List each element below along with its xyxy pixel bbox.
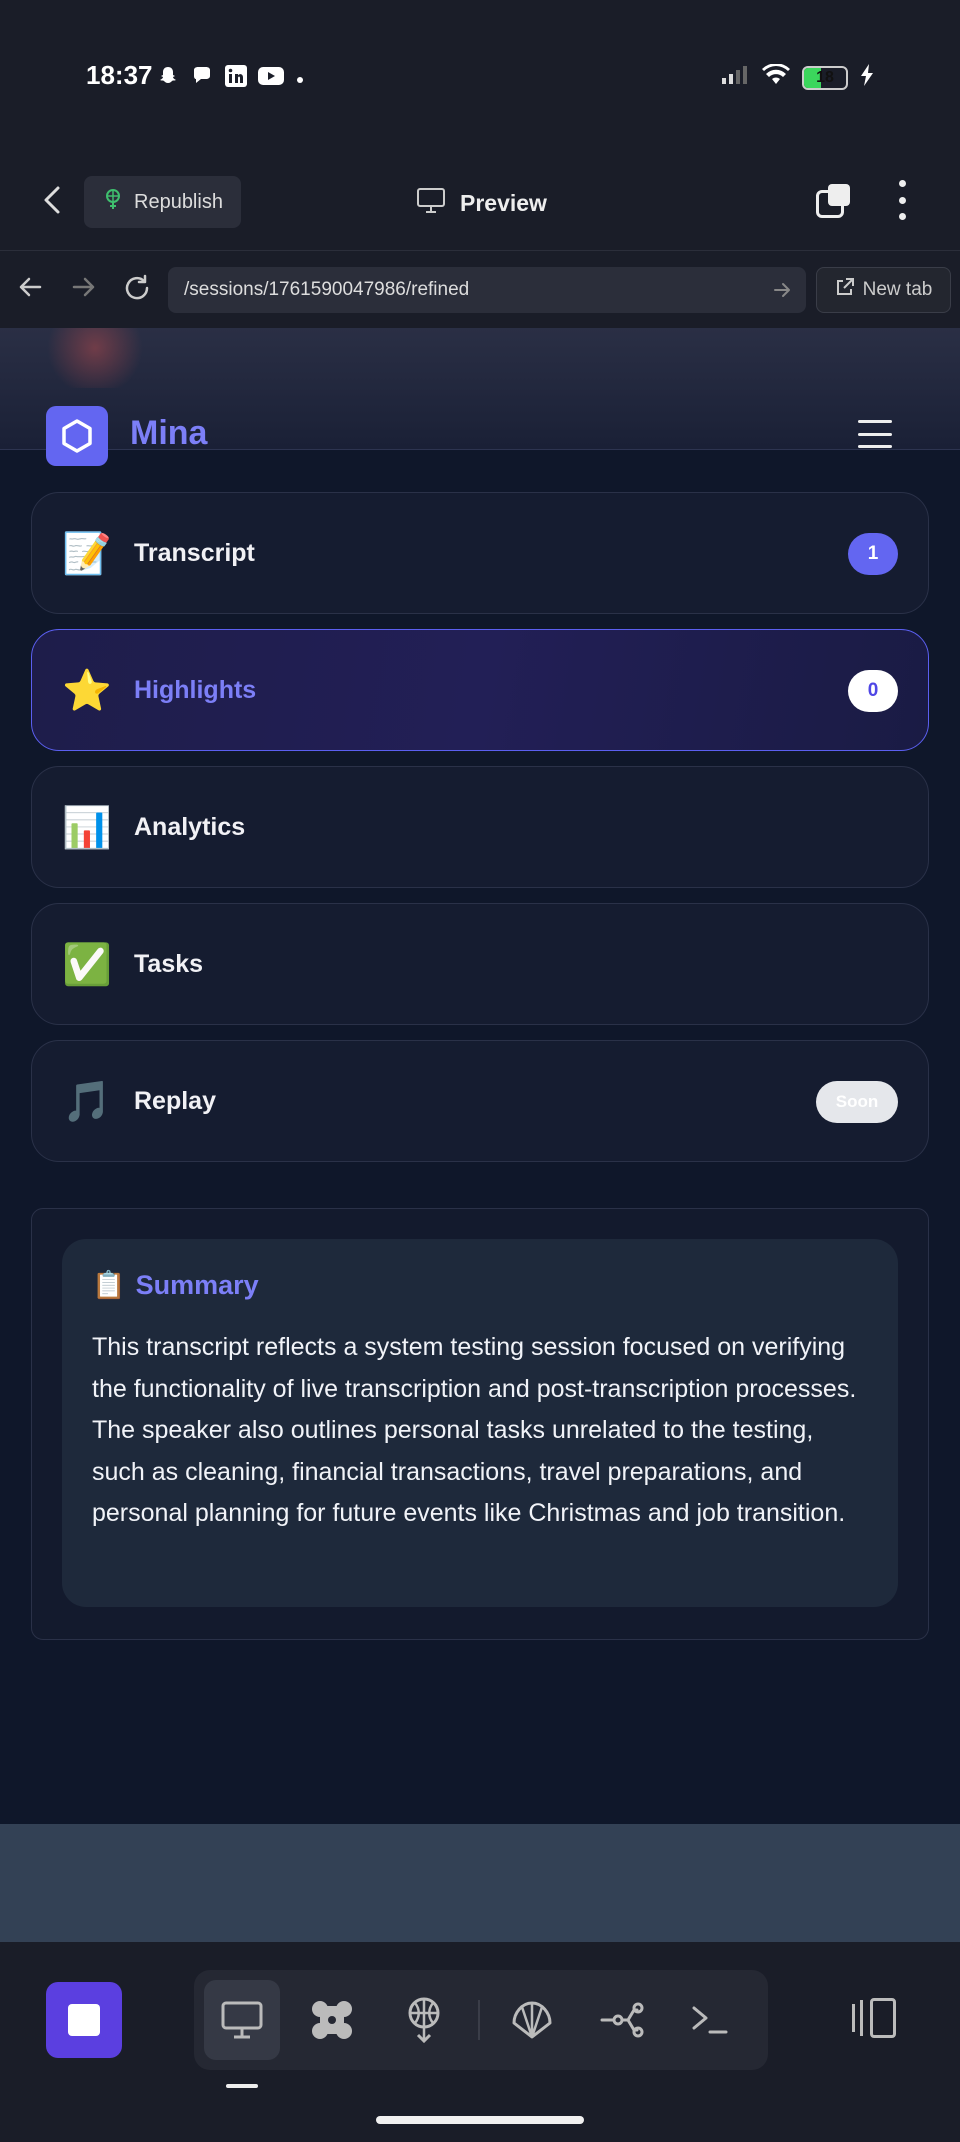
summary-text: This transcript reflects a system testin…	[92, 1333, 857, 1527]
nav-item-analytics[interactable]: 📊 Analytics	[31, 766, 929, 888]
hamburger-menu-icon[interactable]	[858, 420, 892, 448]
charging-icon	[860, 64, 874, 91]
status-app-icons	[156, 64, 306, 93]
address-input[interactable]: /sessions/1761590047986/refined	[168, 267, 806, 313]
url-bar: /sessions/1761590047986/refined New tab	[0, 250, 960, 328]
notification-dot-icon	[294, 67, 306, 91]
battery-indicator: 18	[802, 65, 848, 90]
chevron-left-icon	[44, 186, 60, 214]
reload-icon	[125, 274, 149, 300]
nav-item-label: Replay	[134, 1086, 216, 1115]
active-tab-indicator	[226, 2084, 258, 2088]
battery-level: 18	[816, 68, 834, 86]
logo[interactable]	[46, 406, 108, 466]
nav-item-label: Tasks	[134, 949, 204, 978]
chat-bubble-icon	[190, 64, 214, 93]
plugins-tool-button[interactable]	[294, 1980, 370, 2060]
preview-tab[interactable]: Preview	[416, 186, 547, 220]
tabs-icon[interactable]	[816, 184, 852, 220]
republish-icon	[102, 188, 124, 216]
summary-card: 📋 Summary This transcript reflects a sys…	[62, 1239, 898, 1607]
external-link-icon	[835, 277, 855, 303]
wifi-icon	[762, 63, 790, 91]
memo-icon: 📝	[62, 531, 112, 576]
nav-item-highlights[interactable]: ⭐ Highlights 0	[31, 629, 929, 751]
puzzle-icon	[312, 2001, 352, 2039]
soon-badge: Soon	[816, 1081, 898, 1123]
preview-label: Preview	[460, 189, 547, 216]
deploy-icon	[408, 1997, 440, 2043]
new-tab-button[interactable]: New tab	[816, 267, 951, 313]
linkedin-icon	[224, 64, 248, 93]
clipboard-icon: 📋	[92, 1270, 126, 1300]
count-badge: 1	[848, 533, 898, 575]
browser-back-button[interactable]	[16, 273, 44, 308]
back-button[interactable]	[36, 182, 72, 218]
shell-icon	[512, 2001, 552, 2039]
new-tab-label: New tab	[862, 279, 933, 300]
stop-button[interactable]	[46, 1982, 122, 2058]
republish-button[interactable]: Republish	[84, 176, 241, 228]
nav-item-replay[interactable]: 🎵 Replay Soon	[31, 1040, 929, 1162]
panel-toggle-icon[interactable]	[852, 1998, 896, 2038]
stop-icon	[68, 2004, 100, 2036]
more-options-icon[interactable]	[896, 180, 908, 220]
brand-name[interactable]: Mina	[130, 414, 207, 453]
music-note-icon: 🎵	[62, 1079, 112, 1124]
status-indicators: 18	[722, 63, 874, 91]
summary-heading: 📋 Summary	[92, 1269, 868, 1301]
bottom-toolbar	[0, 1942, 960, 2142]
bar-chart-icon: 📊	[62, 805, 112, 850]
summary-title: Summary	[135, 1269, 259, 1300]
nav-item-transcript[interactable]: 📝 Transcript 1	[31, 492, 929, 614]
youtube-icon	[258, 66, 284, 91]
git-tool-button[interactable]	[584, 1980, 660, 2060]
nav-item-label: Highlights	[134, 675, 257, 704]
reload-button[interactable]	[122, 273, 152, 310]
republish-label: Republish	[134, 190, 223, 213]
nav-item-tasks[interactable]: ✅ Tasks	[31, 903, 929, 1025]
tool-group	[194, 1970, 768, 2070]
terminal-tool-button[interactable]	[672, 1980, 748, 2060]
address-text: /sessions/1761590047986/refined	[184, 279, 470, 300]
check-mark-icon: ✅	[62, 942, 112, 987]
monitor-icon	[221, 2001, 263, 2039]
shell-tool-button[interactable]	[494, 1980, 570, 2060]
deploy-tool-button[interactable]	[386, 1980, 462, 2060]
site-header: Mina	[0, 328, 960, 466]
home-indicator[interactable]	[376, 2116, 584, 2124]
monitor-icon	[416, 186, 446, 220]
web-preview: Mina 📝 Transcript 1 ⭐ Highlights 0 📊 Ana…	[0, 328, 960, 1824]
snapchat-icon	[156, 64, 180, 93]
git-branch-icon	[600, 2002, 644, 2038]
app-bar: Republish Preview	[0, 150, 960, 250]
nav-item-label: Analytics	[134, 812, 246, 841]
go-arrow-icon[interactable]	[772, 267, 792, 330]
site-footer	[0, 1824, 960, 1942]
terminal-icon	[692, 2006, 728, 2034]
arrow-right-icon	[72, 277, 95, 297]
browser-forward-button[interactable]	[70, 273, 98, 308]
signal-icon	[722, 65, 750, 90]
status-time: 18:37	[86, 60, 153, 90]
star-icon: ⭐	[62, 668, 112, 713]
count-badge: 0	[848, 670, 898, 712]
hexagon-logo-icon	[62, 419, 92, 453]
summary-section: 📋 Summary This transcript reflects a sys…	[31, 1208, 929, 1640]
preview-tool-button[interactable]	[204, 1980, 280, 2060]
nav-item-label: Transcript	[134, 538, 255, 567]
status-bar: 18:37 18	[0, 0, 960, 150]
arrow-left-icon	[19, 277, 42, 297]
